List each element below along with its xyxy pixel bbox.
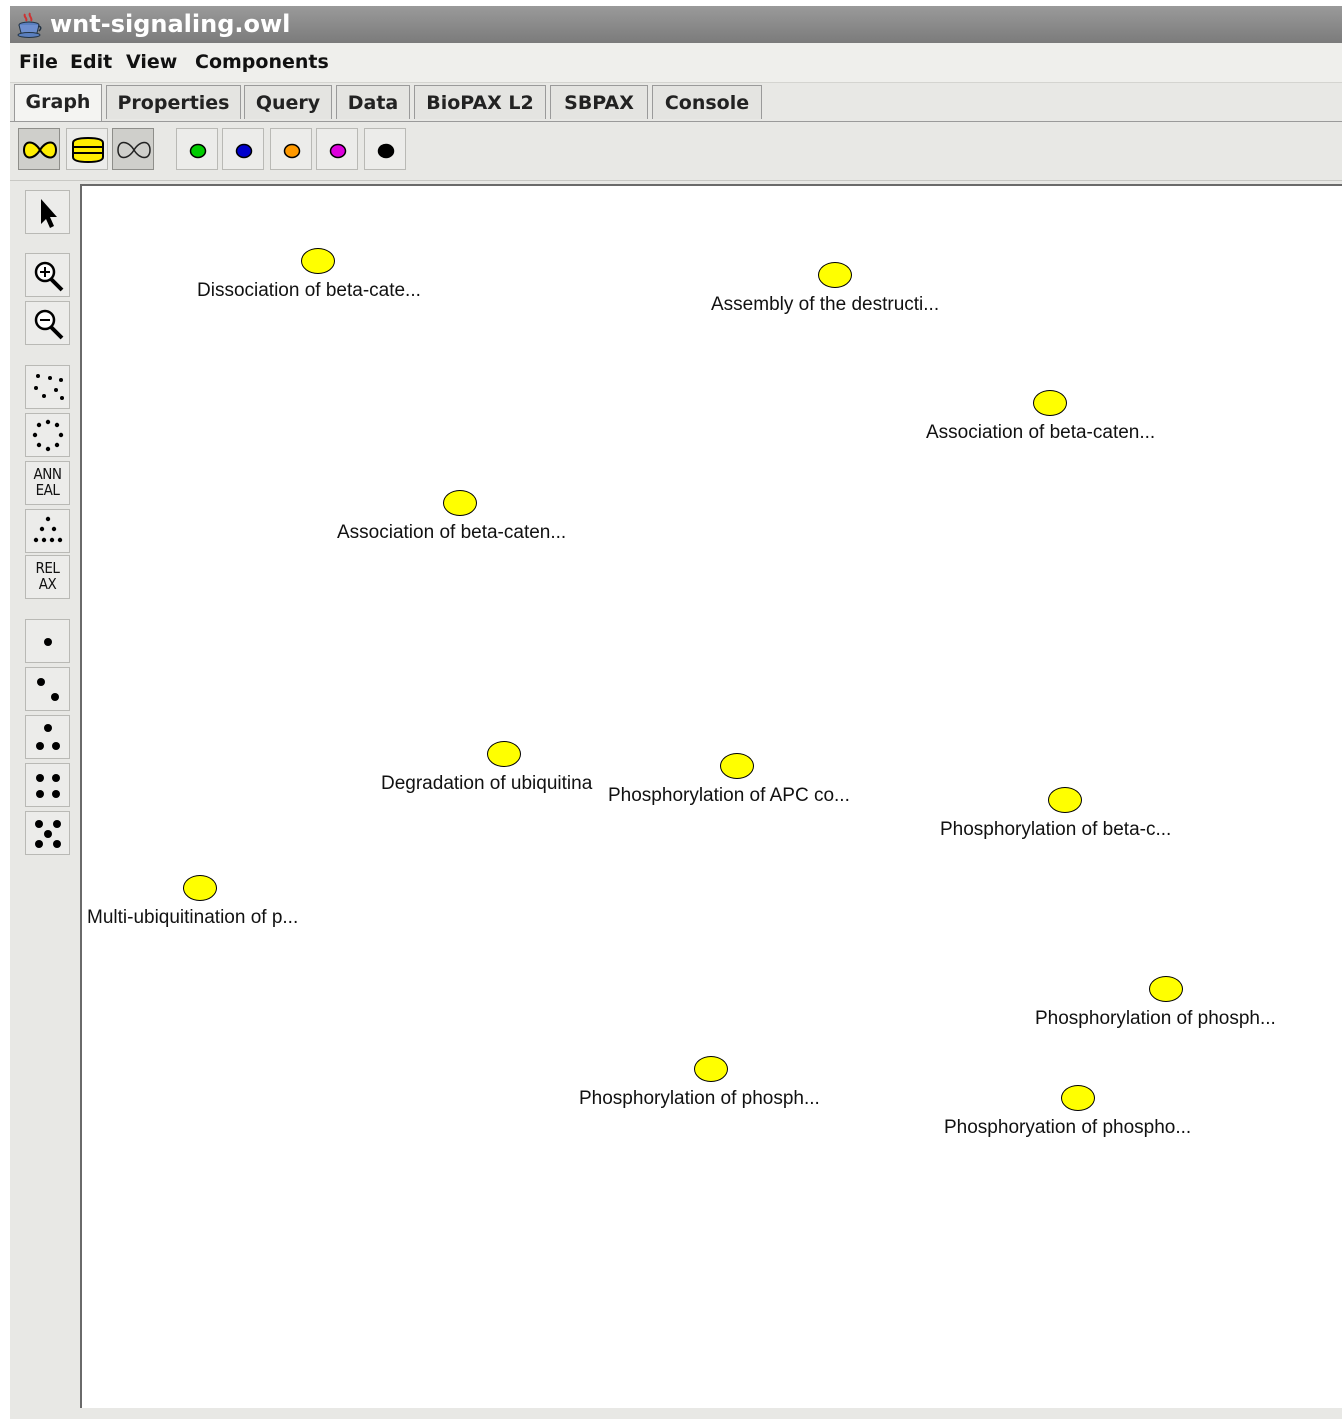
color-blue-button[interactable] (222, 128, 264, 170)
dice-3-button[interactable] (25, 715, 70, 759)
graph-node[interactable] (1149, 976, 1183, 1002)
tab-sbpax[interactable]: SBPAX (550, 85, 648, 119)
straight-edges-icon (72, 136, 104, 164)
pointer-icon (41, 199, 57, 228)
dice-5-button[interactable] (25, 811, 70, 855)
node-label[interactable]: Phosphorylation of phosph... (1035, 1008, 1276, 1030)
tab-query[interactable]: Query (244, 85, 332, 119)
node-label[interactable]: Phosphoryation of phospho... (944, 1117, 1191, 1139)
zoom-out-button[interactable] (25, 301, 70, 345)
no-fill-edges-icon (117, 141, 151, 159)
node-label[interactable]: Phosphorylation of APC co... (608, 785, 850, 807)
outline-edges-button[interactable] (112, 128, 154, 170)
tab-strip: Graph Properties Query Data BioPAX L2 SB… (10, 83, 1342, 122)
black-dot-icon (377, 143, 395, 159)
menu-view[interactable]: View (126, 51, 177, 73)
anneal-label-line2: EAL (35, 481, 60, 499)
dice-5-icon (35, 820, 61, 848)
graph-node[interactable] (694, 1056, 728, 1082)
graph-node[interactable] (1061, 1085, 1095, 1111)
random-layout-button[interactable] (25, 365, 70, 409)
zoom-in-button[interactable] (25, 253, 70, 297)
node-label[interactable]: Assembly of the destructi... (711, 294, 939, 316)
graph-node[interactable] (443, 490, 477, 516)
relax-layout-button[interactable]: REL AX (25, 555, 70, 599)
tab-data[interactable]: Data (336, 85, 410, 119)
select-tool-button[interactable] (25, 190, 70, 234)
node-label[interactable]: Association of beta-caten... (926, 422, 1155, 444)
curved-edges-icon (22, 141, 58, 159)
application-window: wnt-signaling.owl File Edit View Compone… (10, 6, 1342, 1419)
dice-4-icon (36, 774, 60, 798)
orange-dot-icon (283, 143, 301, 159)
graph-node[interactable] (183, 875, 217, 901)
tab-biopax-l2[interactable]: BioPAX L2 (414, 85, 546, 119)
relax-label-line1: REL (35, 559, 60, 577)
graph-canvas[interactable]: Dissociation of beta-cate... Assembly of… (80, 184, 1342, 1408)
tab-graph[interactable]: Graph (14, 84, 102, 121)
circle-layout-icon (32, 419, 64, 452)
node-label[interactable]: Multi-ubiquitination of p... (87, 907, 298, 929)
dice-2-button[interactable] (25, 667, 70, 711)
anneal-layout-icon: ANN EAL (26, 466, 69, 498)
straight-edges-button[interactable] (66, 128, 108, 170)
color-orange-button[interactable] (270, 128, 312, 170)
relax-label-line2: AX (38, 575, 57, 593)
menu-bar: File Edit View Components (10, 43, 1342, 83)
green-dot-icon (189, 143, 207, 159)
color-green-button[interactable] (176, 128, 218, 170)
graph-node[interactable] (487, 741, 521, 767)
tree-layout-button[interactable] (25, 509, 70, 553)
zoom-in-icon (34, 261, 64, 292)
node-label[interactable]: Degradation of ubiquitina (381, 773, 592, 795)
random-layout-icon (34, 374, 64, 400)
graph-node[interactable] (720, 753, 754, 779)
anneal-layout-button[interactable]: ANN EAL (25, 461, 70, 505)
dice-1-button[interactable] (25, 619, 70, 663)
graph-toolbar (10, 122, 1342, 181)
magenta-dot-icon (329, 143, 347, 159)
menu-file[interactable]: File (19, 51, 58, 73)
tab-console[interactable]: Console (652, 85, 762, 119)
node-label[interactable]: Phosphorylation of beta-c... (940, 819, 1171, 841)
window-title: wnt-signaling.owl (50, 10, 291, 38)
dice-2-icon (37, 678, 59, 701)
color-magenta-button[interactable] (316, 128, 358, 170)
relax-layout-icon: REL AX (26, 560, 69, 592)
tool-sidebar: ANN EAL REL AX (10, 181, 76, 1419)
dice-1-icon (44, 638, 52, 646)
dice-3-icon (36, 724, 60, 750)
blue-dot-icon (235, 143, 253, 159)
circle-layout-button[interactable] (25, 413, 70, 457)
anneal-label-line1: ANN (33, 465, 62, 483)
curved-edges-button[interactable] (18, 128, 60, 170)
tab-properties[interactable]: Properties (106, 85, 241, 119)
java-coffee-icon (17, 12, 42, 38)
menu-edit[interactable]: Edit (70, 51, 112, 73)
menu-components[interactable]: Components (195, 51, 329, 73)
title-bar: wnt-signaling.owl (10, 6, 1342, 43)
graph-node[interactable] (818, 262, 852, 288)
node-label[interactable]: Association of beta-caten... (337, 522, 566, 544)
zoom-out-icon (34, 309, 64, 340)
graph-node[interactable] (301, 248, 335, 274)
tree-layout-icon (33, 516, 63, 543)
dice-4-button[interactable] (25, 763, 70, 807)
node-label[interactable]: Phosphorylation of phosph... (579, 1088, 820, 1110)
graph-node[interactable] (1033, 390, 1067, 416)
canvas-bottom-edge (80, 1408, 1342, 1419)
color-black-button[interactable] (364, 128, 406, 170)
node-label[interactable]: Dissociation of beta-cate... (197, 280, 421, 302)
graph-node[interactable] (1048, 787, 1082, 813)
